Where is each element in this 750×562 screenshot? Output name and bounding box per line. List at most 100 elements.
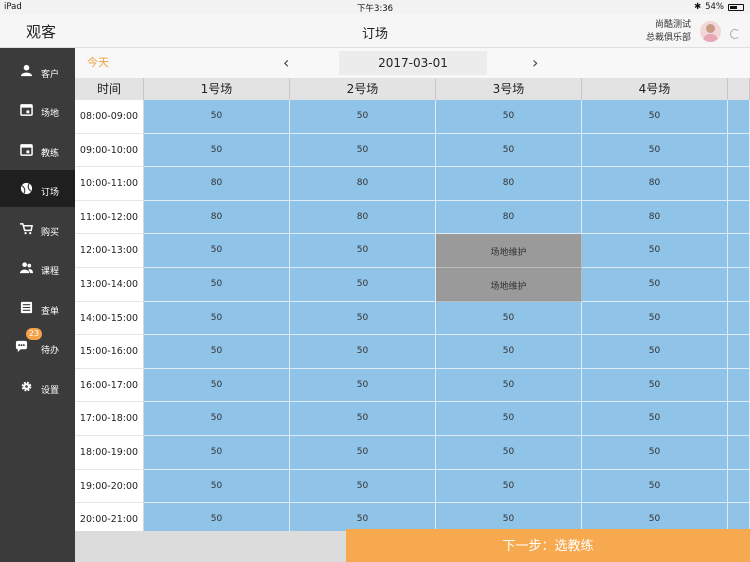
slot-price: 50: [356, 447, 369, 457]
court-slot[interactable]: 50: [436, 335, 582, 369]
sidebar-item-label: 设置: [41, 386, 60, 396]
court-slot-partial[interactable]: [728, 335, 750, 369]
court-slot[interactable]: 80: [436, 167, 582, 201]
court-slot-partial[interactable]: [728, 133, 750, 168]
court-slot[interactable]: 50: [582, 268, 728, 302]
court-slot[interactable]: 50: [144, 268, 290, 302]
court-slot[interactable]: 50: [290, 368, 436, 403]
court-slot[interactable]: 80: [290, 167, 436, 201]
court-slot[interactable]: 50: [144, 368, 290, 403]
court-header-partial: [728, 78, 750, 100]
court-slot[interactable]: 50: [436, 436, 582, 470]
court-slot[interactable]: 50: [290, 268, 436, 302]
court-slot[interactable]: 50: [290, 301, 436, 336]
time-slot-label: 14:00-15:00: [75, 301, 144, 336]
court-slot[interactable]: 50: [436, 133, 582, 168]
court-slot[interactable]: 50: [582, 234, 728, 268]
footer-left-panel: [75, 531, 346, 562]
slot-price: 50: [648, 413, 661, 424]
time-slot-text: 16:00-17:00: [79, 379, 139, 391]
court-slot[interactable]: 50: [290, 469, 436, 504]
slot-price: 50: [502, 379, 515, 390]
court-slot[interactable]: 50: [144, 469, 290, 504]
sidebar-item-venues[interactable]: 场地: [0, 91, 75, 128]
time-slot-text: 15:00-16:00: [79, 346, 139, 358]
time-slot-label: 19:00-20:00: [75, 469, 144, 504]
court-slot[interactable]: 50: [582, 402, 728, 436]
slot-price: 50: [502, 144, 515, 155]
court-slot[interactable]: 50: [582, 301, 728, 336]
sidebar-item-orders[interactable]: 查单: [0, 289, 75, 326]
time-slot-label: 13:00-14:00: [75, 268, 144, 302]
sidebar-item-courses[interactable]: 课程: [0, 249, 75, 286]
court-slot[interactable]: 50: [436, 402, 582, 436]
today-button[interactable]: 今天: [87, 54, 109, 70]
calendar-icon: [20, 104, 33, 116]
user-info[interactable]: 尚酷测试 总裁俱乐部: [646, 19, 691, 45]
page-title: 订场: [361, 27, 388, 42]
court-slot-partial[interactable]: [728, 167, 750, 201]
court-slot[interactable]: 50: [436, 368, 582, 403]
court-slot-partial[interactable]: [728, 200, 750, 235]
court-slot[interactable]: 50: [144, 301, 290, 336]
logout-icon[interactable]: [730, 29, 740, 39]
next-date-icon[interactable]: ›: [532, 53, 538, 72]
court-slot-partial[interactable]: [728, 234, 750, 268]
court-header: 2号场: [290, 78, 436, 100]
court-slot[interactable]: 80: [582, 200, 728, 235]
court-slot[interactable]: 50: [582, 100, 728, 134]
avatar[interactable]: [700, 21, 721, 42]
current-date[interactable]: 2017-03-01: [339, 51, 487, 75]
court-slot[interactable]: 50: [144, 234, 290, 268]
court-slot[interactable]: 50: [582, 368, 728, 403]
court-slot-partial[interactable]: [728, 301, 750, 336]
court-slot[interactable]: 50: [582, 133, 728, 168]
sidebar-item-coaches[interactable]: 教练: [0, 131, 75, 168]
court-slot[interactable]: 80: [144, 200, 290, 235]
court-slot[interactable]: 50: [436, 469, 582, 504]
slot-price: 50: [356, 346, 369, 357]
time-slot-label: 08:00-09:00: [75, 100, 144, 134]
court-slot[interactable]: 50: [144, 100, 290, 134]
chat-icon: [15, 340, 28, 353]
court-slot-partial[interactable]: [728, 469, 750, 504]
sidebar-item-settings[interactable]: 设置: [0, 368, 75, 405]
court-slot[interactable]: 50: [290, 335, 436, 369]
court-slot[interactable]: 50: [144, 133, 290, 168]
court-slot[interactable]: 50: [144, 402, 290, 436]
sidebar-item-todo[interactable]: 23 待办: [0, 328, 75, 365]
slot-price: 50: [210, 413, 223, 424]
court-slot[interactable]: 50: [290, 402, 436, 436]
court-slot-partial[interactable]: [728, 268, 750, 302]
court-slot[interactable]: 50: [144, 335, 290, 369]
next-step-button[interactable]: 下一步：选教练: [346, 529, 750, 562]
court-slot[interactable]: 80: [290, 200, 436, 235]
court-slot-partial[interactable]: [728, 100, 750, 134]
slot-price: 80: [502, 178, 515, 189]
court-header: 4号场: [582, 78, 728, 100]
sidebar-item-booking[interactable]: 订场: [0, 170, 75, 207]
court-slot[interactable]: 50: [290, 234, 436, 268]
time-slot-text: 09:00-10:00: [79, 144, 139, 156]
court-slot[interactable]: 50: [582, 335, 728, 369]
court-slot[interactable]: 80: [582, 167, 728, 201]
court-slot-partial[interactable]: [728, 436, 750, 470]
court-slot-partial[interactable]: [728, 402, 750, 436]
court-slot[interactable]: 50: [144, 436, 290, 470]
court-slot[interactable]: 50: [436, 301, 582, 336]
court-slot[interactable]: 80: [144, 167, 290, 201]
court-slot-partial[interactable]: [728, 368, 750, 403]
court-slot[interactable]: 50: [582, 436, 728, 470]
court-slot[interactable]: 50: [436, 100, 582, 134]
time-slot-text: 11:00-12:00: [79, 211, 139, 223]
people-icon: [20, 262, 33, 274]
sidebar-item-purchase[interactable]: 购买: [0, 210, 75, 247]
court-slot[interactable]: 50: [290, 100, 436, 134]
court-slot[interactable]: 50: [290, 133, 436, 168]
court-slot[interactable]: 50: [290, 436, 436, 470]
court-slot[interactable]: 80: [436, 200, 582, 235]
sidebar-item-customers[interactable]: 客户: [0, 52, 75, 89]
court-slot[interactable]: 50: [582, 469, 728, 504]
prev-date-icon[interactable]: ‹: [283, 53, 289, 72]
slot-price: 80: [356, 211, 369, 222]
